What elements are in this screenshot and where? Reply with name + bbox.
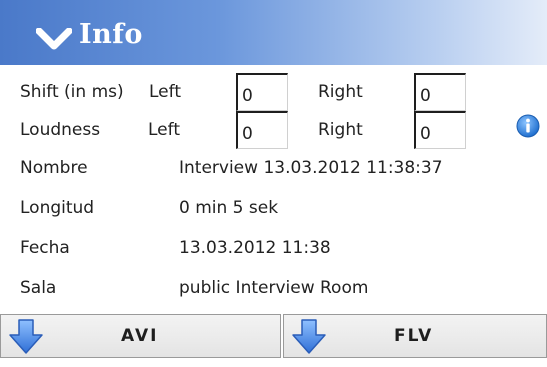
shift-label: Shift (in ms) (20, 82, 124, 102)
download-flv-button[interactable]: FLV (283, 314, 547, 358)
shift-right-label: Right (318, 82, 363, 102)
shift-right-input[interactable] (414, 73, 466, 111)
loudness-left-input[interactable] (236, 111, 288, 149)
detail-label: Sala (20, 278, 57, 298)
detail-label: Fecha (20, 238, 70, 258)
detail-value: Interview 13.03.2012 11:38:37 (179, 158, 443, 178)
shift-left-input[interactable] (236, 73, 288, 111)
detail-value: 13.03.2012 11:38 (179, 238, 331, 258)
download-avi-button[interactable]: AVI (0, 314, 281, 358)
loudness-right-input[interactable] (414, 111, 466, 149)
panel-title: Info (79, 19, 143, 50)
download-arrow-icon (292, 319, 326, 354)
info-icon[interactable] (516, 114, 540, 142)
download-avi-label: AVI (121, 326, 159, 346)
detail-label: Nombre (20, 158, 88, 178)
detail-label: Longitud (20, 198, 95, 218)
loudness-right-label: Right (318, 120, 363, 140)
shift-left-label: Left (148, 81, 181, 103)
loudness-label: Loudness (20, 120, 101, 140)
panel-header[interactable]: Info (0, 0, 547, 65)
chevron-down-icon[interactable] (35, 27, 73, 54)
detail-value: 0 min 5 sek (179, 198, 279, 218)
loudness-left-label: Left (148, 120, 180, 140)
detail-value: public Interview Room (179, 278, 369, 298)
download-arrow-icon (9, 319, 43, 354)
download-flv-label: FLV (394, 326, 434, 346)
